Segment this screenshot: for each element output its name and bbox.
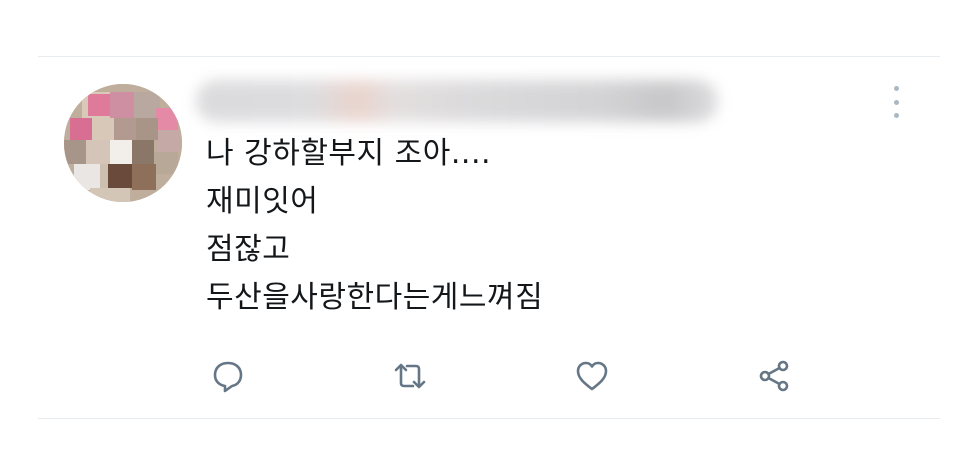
more-vertical-icon-dot [893, 99, 899, 105]
tweet-line: 재미잇어 [206, 184, 319, 219]
reply-button[interactable] [208, 356, 248, 396]
tweet-line: 두산을사랑한다는게느껴짐 [206, 280, 544, 315]
more-vertical-icon-dot [893, 113, 899, 118]
tweet-line: 점잖고 [206, 232, 291, 267]
avatar[interactable] [64, 84, 182, 202]
tweet-line: 나 강하할부지 조아.... [206, 136, 492, 171]
heart-icon [576, 361, 608, 391]
tweet-actions [0, 356, 978, 398]
retweet-button[interactable] [390, 356, 430, 396]
share-icon [759, 360, 789, 392]
bottom-divider [38, 418, 940, 419]
more-vertical-icon [893, 86, 899, 91]
like-button[interactable] [572, 356, 612, 396]
share-button[interactable] [754, 356, 794, 396]
author-name-redacted[interactable] [196, 80, 718, 122]
reply-icon [213, 361, 243, 393]
retweet-icon [394, 363, 426, 389]
tweet-text: 나 강하할부지 조아.... 재미잇어 점잖고 두산을사랑한다는게느껴짐 [206, 130, 846, 322]
top-divider [38, 56, 940, 57]
more-options-button[interactable] [886, 86, 906, 118]
